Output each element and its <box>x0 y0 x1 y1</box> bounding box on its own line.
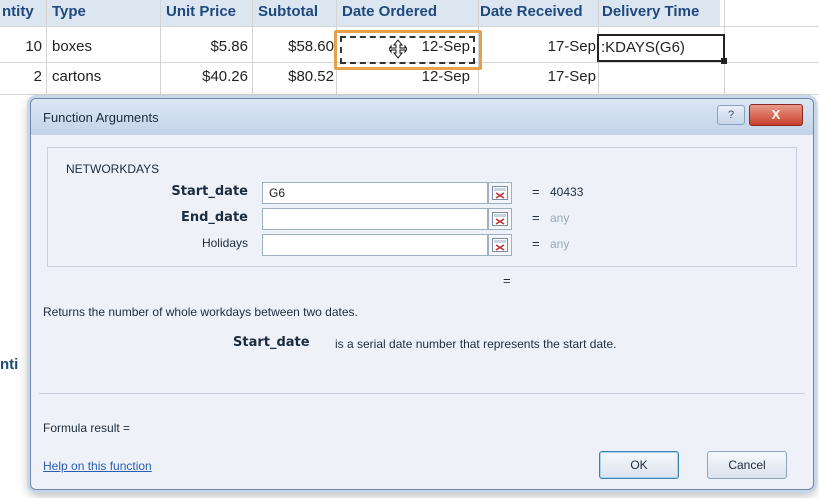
equals-sign: = <box>532 236 540 251</box>
function-arguments-dialog: Function Arguments ? X NETWORKDAYS Start… <box>30 98 814 490</box>
referenced-cell-marquee <box>340 36 475 64</box>
arguments-group: NETWORKDAYS Start_date G6 = 40433 End_da… <box>47 147 797 267</box>
cell-date-ordered[interactable]: 12-Sep <box>340 68 470 85</box>
function-name: NETWORKDAYS <box>66 162 160 176</box>
cell-unit-price[interactable]: $40.26 <box>160 68 248 85</box>
active-cell-delivery-time[interactable]: :KDAYS(G6) <box>597 34 727 64</box>
collapse-dialog-button[interactable] <box>488 234 512 256</box>
range-select-icon <box>492 238 508 252</box>
range-select-icon <box>492 186 508 200</box>
cell-qty[interactable]: 10 <box>4 38 42 55</box>
cell-type[interactable]: boxes <box>52 38 92 55</box>
arg-label-start-date: Start_date <box>171 184 248 199</box>
cell-subtotal[interactable]: $58.60 <box>252 38 334 55</box>
cell-date-received[interactable]: 17-Sep <box>480 68 596 85</box>
close-button[interactable]: X <box>749 104 803 126</box>
holidays-input[interactable] <box>262 234 488 256</box>
col-header-delivery-time[interactable]: Delivery Time <box>602 3 699 20</box>
partial-cell-text: nti <box>0 356 19 373</box>
formula-result: Formula result = <box>43 421 131 435</box>
move-cursor-icon <box>389 39 407 59</box>
dialog-content: NETWORKDAYS Start_date G6 = 40433 End_da… <box>39 141 805 481</box>
col-header-unit-price[interactable]: Unit Price <box>166 3 236 20</box>
equals-sign: = <box>532 184 540 199</box>
argument-description-text: is a serial date number that represents … <box>335 337 617 351</box>
collapse-dialog-button[interactable] <box>488 182 512 204</box>
cell-unit-price[interactable]: $5.86 <box>160 38 248 55</box>
end-date-input[interactable] <box>262 208 488 230</box>
cell-type[interactable]: cartons <box>52 68 101 85</box>
function-description: Returns the number of whole workdays bet… <box>43 305 358 319</box>
cancel-button[interactable]: Cancel <box>707 451 787 479</box>
col-header-subtotal[interactable]: Subtotal <box>258 3 318 20</box>
divider <box>39 393 805 394</box>
equals-sign: = <box>532 210 540 225</box>
collapse-dialog-button[interactable] <box>488 208 512 230</box>
dialog-titlebar[interactable]: Function Arguments ? X <box>31 99 813 135</box>
help-on-function-link[interactable]: Help on this function <box>43 459 152 473</box>
col-header-date-received[interactable]: Date Received <box>480 3 583 20</box>
function-result-equals: = <box>503 273 511 288</box>
arg-label-end-date: End_date <box>180 210 248 225</box>
arg-label-holidays: Holidays <box>201 236 248 250</box>
fill-handle[interactable] <box>721 58 727 64</box>
ok-button[interactable]: OK <box>599 451 679 479</box>
start-date-input[interactable]: G6 <box>262 182 488 204</box>
cell-date-received[interactable]: 17-Sep <box>480 38 596 55</box>
active-cell-formula: :KDAYS(G6) <box>601 39 685 56</box>
col-header-type[interactable]: Type <box>52 3 86 20</box>
cell-qty[interactable]: 2 <box>4 68 42 85</box>
arg-value-start-date: 40433 <box>550 185 584 199</box>
argument-description-name: Start_date <box>233 335 310 350</box>
col-header-quantity[interactable]: ntity <box>2 3 34 20</box>
arg-value-holidays: any <box>550 237 570 251</box>
dialog-title: Function Arguments <box>43 110 159 125</box>
cell-subtotal[interactable]: $80.52 <box>252 68 334 85</box>
help-button[interactable]: ? <box>717 105 745 125</box>
arg-value-end-date: any <box>550 211 570 225</box>
range-select-icon <box>492 212 508 226</box>
col-header-date-ordered[interactable]: Date Ordered <box>342 3 437 20</box>
